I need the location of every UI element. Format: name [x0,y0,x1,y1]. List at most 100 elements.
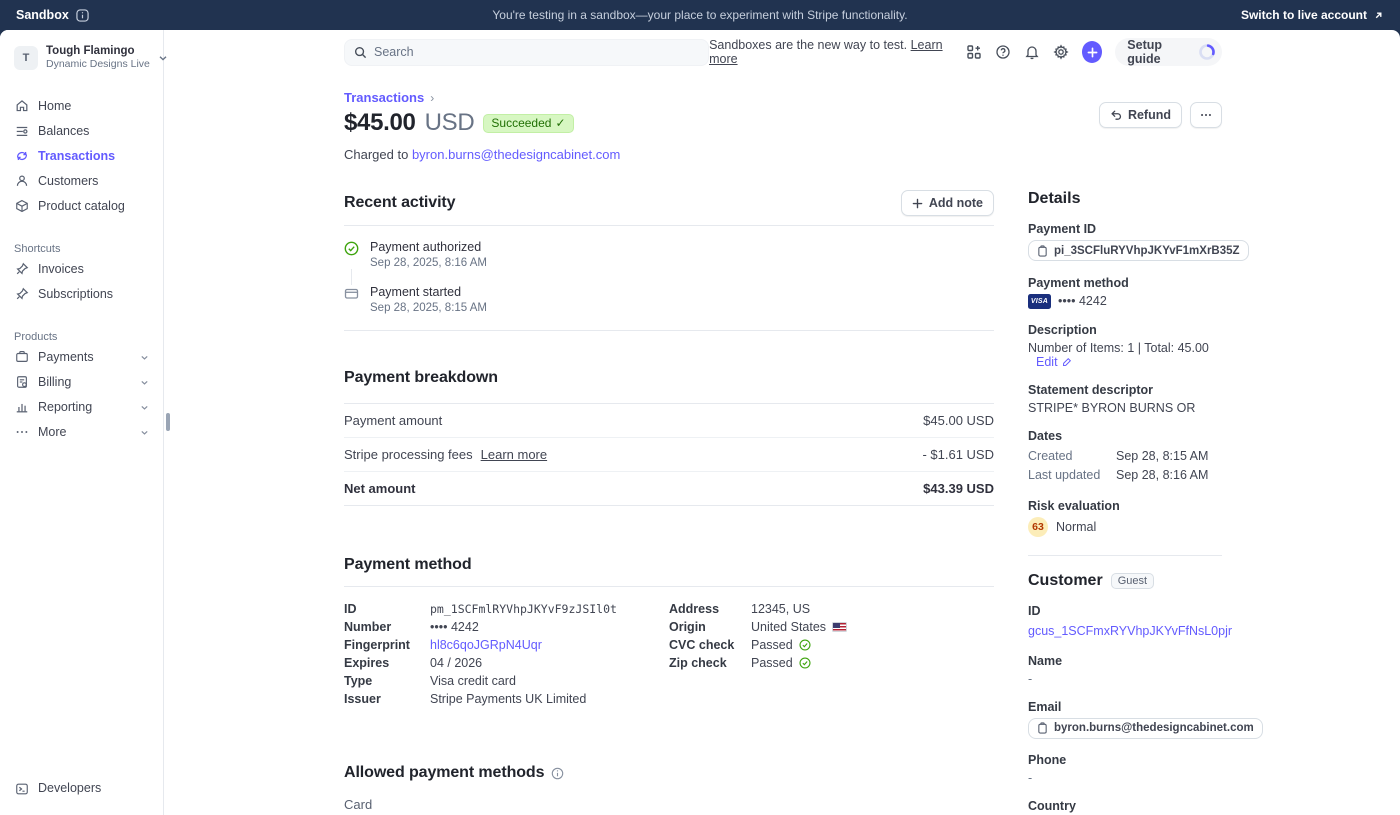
fees-learn-more-link[interactable]: Learn more [481,447,547,462]
progress-ring-icon [1198,43,1216,61]
balances-icon [14,124,29,138]
pin-icon [14,287,29,301]
status-badge: Succeeded ✓ [483,114,573,133]
setup-guide-button[interactable]: Setup guide [1115,38,1222,66]
sidebar-item-home[interactable]: Home [8,94,155,119]
check-icon: ✓ [555,116,565,130]
sidebar-scrollbar[interactable] [166,413,170,431]
sidebar-heading-products: Products [8,327,155,345]
payment-method-id: pm_1SCFmlRYVhpJKYvF9zJSIl0t [430,600,617,618]
reporting-icon [14,400,29,414]
check-circle-icon [799,639,811,651]
pin-icon [14,262,29,276]
sidebar: T Tough Flamingo Dynamic Designs Live Ho… [0,30,164,815]
avatar: T [14,46,38,70]
allowed-methods-value: Card [344,797,994,812]
external-arrow-icon [1373,10,1384,21]
pencil-icon [1062,357,1072,367]
description-value: Number of Items: 1 | Total: 45.00 [1028,341,1209,355]
sandbox-label: Sandbox [16,8,69,22]
customer-title: Customer [1028,572,1103,590]
chevron-down-icon [158,53,168,63]
search-input[interactable] [344,39,709,66]
create-button[interactable] [1082,41,1102,63]
search-icon [354,46,367,59]
allowed-methods-title: Allowed payment methods [344,764,544,782]
payments-icon [14,350,29,364]
customers-icon [14,174,29,188]
info-square-icon[interactable] [76,9,89,22]
bell-icon[interactable] [1024,44,1040,60]
recent-activity-title: Recent activity [344,194,455,212]
payment-breakdown-title: Payment breakdown [344,369,994,387]
plus-icon [912,198,923,209]
breadcrumb-transactions[interactable]: Transactions [344,90,424,105]
fingerprint-link[interactable]: hl8c6qoJGRpN4Uqr [430,636,542,654]
gear-icon[interactable] [1053,44,1069,60]
refund-button[interactable]: Refund [1099,102,1182,128]
chevron-down-icon [140,353,149,362]
card-icon [344,285,359,314]
clipboard-icon [1037,722,1048,734]
sidebar-heading-shortcuts: Shortcuts [8,239,155,257]
sidebar-item-more[interactable]: More [8,420,155,445]
sidebar-item-invoices[interactable]: Invoices [8,257,155,282]
help-icon[interactable] [995,44,1011,60]
activity-item: Payment started Sep 28, 2025, 8:15 AM [344,285,994,314]
sidebar-item-billing[interactable]: Billing [8,370,155,395]
details-title: Details [1028,190,1222,208]
overflow-menu-button[interactable] [1190,102,1222,128]
charged-to-line: Charged to byron.burns@thedesigncabinet.… [344,147,1222,162]
sandbox-message: You're testing in a sandbox—your place t… [0,8,1400,22]
switch-to-live-link[interactable]: Switch to live account [1241,8,1384,22]
risk-score-badge: 63 [1028,517,1048,537]
payment-id-pill[interactable]: pi_3SCFluRYVhpJKYvF1mXrB35Z [1028,240,1249,261]
breakdown-row-net: Net amount $43.39 USD [344,472,994,506]
terminal-icon [14,782,29,796]
chevron-right-icon: › [430,91,434,105]
ellipsis-icon [14,425,29,439]
breadcrumb: Transactions › [344,90,1222,105]
breakdown-row: Payment amount $45.00 USD [344,403,994,438]
product-catalog-icon [14,199,29,213]
sidebar-item-product-catalog[interactable]: Product catalog [8,194,155,219]
customer-email-pill[interactable]: byron.burns@thedesigncabinet.com [1028,718,1263,739]
add-note-button[interactable]: Add note [901,190,994,216]
sandbox-note: Sandboxes are the new way to test. Learn… [709,38,953,66]
payment-method-title: Payment method [344,556,994,574]
edit-description-link[interactable]: Edit [1036,355,1072,369]
clipboard-icon [1037,245,1048,257]
sidebar-item-balances[interactable]: Balances [8,119,155,144]
sidebar-item-reporting[interactable]: Reporting [8,395,155,420]
sidebar-item-customers[interactable]: Customers [8,169,155,194]
sidebar-item-payments[interactable]: Payments [8,345,155,370]
account-switcher[interactable]: T Tough Flamingo Dynamic Designs Live [8,40,155,76]
page-title-currency: USD [425,109,475,137]
app-surface: T Tough Flamingo Dynamic Designs Live Ho… [0,30,1400,815]
ellipsis-icon [1199,108,1213,122]
home-icon [14,99,29,113]
sidebar-item-subscriptions[interactable]: Subscriptions [8,282,155,307]
visa-badge: VISA [1028,294,1051,309]
chevron-down-icon [140,428,149,437]
customer-id-link[interactable]: gcus_1SCFmxRYVhpJKYvFfNsL0pjr [1028,624,1232,638]
sidebar-item-developers[interactable]: Developers [8,776,155,801]
page-title-amount: $45.00 [344,109,416,137]
statement-descriptor: STRIPE* BYRON BURNS OR [1028,401,1222,415]
breakdown-row: Stripe processing fees Learn more - $1.6… [344,438,994,472]
sandbox-banner: You're testing in a sandbox—your place t… [0,0,1400,30]
chevron-down-icon [140,378,149,387]
sidebar-item-transactions[interactable]: Transactions [8,144,155,169]
info-icon[interactable] [551,767,564,780]
check-circle-icon [799,657,811,669]
apps-grid-icon[interactable] [966,44,982,60]
transactions-icon [14,149,29,163]
check-circle-icon [344,240,359,269]
activity-item: Payment authorized Sep 28, 2025, 8:16 AM [344,240,994,269]
undo-arrow-icon [1110,109,1122,121]
chevron-down-icon [140,403,149,412]
us-flag-icon [832,622,847,632]
account-subtitle: Dynamic Designs Live [46,58,150,71]
charged-email-link[interactable]: byron.burns@thedesigncabinet.com [412,147,620,162]
billing-icon [14,375,29,389]
